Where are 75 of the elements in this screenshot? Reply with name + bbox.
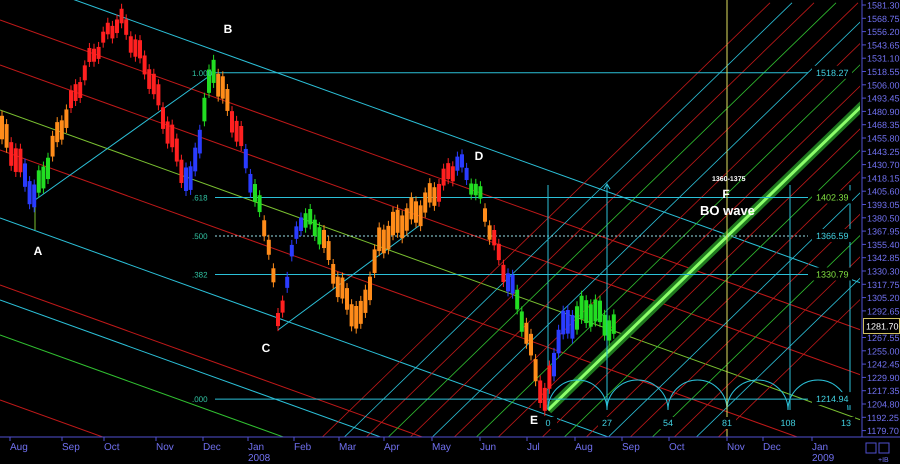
price-label: 1581.30: [867, 0, 900, 10]
month-label: Jan: [248, 442, 264, 453]
point-label: E: [530, 413, 538, 427]
fib-ratio-label: .000: [192, 395, 208, 404]
price-label: 1355.40: [867, 240, 900, 250]
price-label: 1518.55: [867, 67, 900, 77]
month-label: Aug: [575, 442, 593, 453]
price-label: 1179.70: [867, 426, 899, 436]
fib-ratio-label: .382: [192, 270, 208, 280]
price-label: 1380.50: [867, 213, 900, 224]
price-label: 1393.05: [867, 200, 900, 210]
month-label: Feb: [294, 442, 312, 453]
price-label: 1367.95: [867, 226, 900, 237]
month-label: Apr: [384, 442, 400, 453]
point-label: B: [224, 22, 232, 36]
price-label: 1506.00: [867, 80, 900, 90]
price-label: 1342.85: [867, 253, 900, 264]
cycle-label: 13: [841, 418, 851, 428]
price-label: 1405.60: [867, 186, 900, 197]
fib-ratio-label: .500: [192, 232, 208, 241]
fib-price-label: 1518.27: [816, 68, 849, 78]
price-label: 1443.25: [867, 146, 900, 157]
month-label: Oct: [104, 442, 120, 453]
fib-price-label: 1366.59: [816, 230, 849, 241]
month-label: Oct: [669, 442, 685, 453]
fib-price-label: 1214.94: [816, 394, 849, 404]
square-icon[interactable]: [878, 442, 890, 454]
square-icon[interactable]: [866, 442, 876, 454]
month-label: Aug: [10, 442, 28, 453]
point-label: A: [34, 244, 42, 258]
fib-ratio-label: .618: [192, 193, 208, 202]
price-label: 1255.00: [867, 346, 900, 356]
cycle-label: 27: [602, 418, 612, 428]
price-label: 1493.45: [867, 94, 900, 104]
price-label: 1418.15: [867, 173, 900, 184]
point-label: C: [262, 341, 270, 355]
month-label: Jan: [812, 442, 828, 453]
price-label: 1305.20: [867, 293, 900, 304]
month-label: Sep: [622, 442, 640, 453]
price-label: 1204.80: [867, 400, 900, 410]
price-label: 1292.65: [867, 306, 900, 316]
price-label: 1330.30: [867, 266, 900, 276]
price-label: 1242.45: [867, 360, 900, 370]
cycle-label: 0: [546, 418, 550, 428]
year-label: 2008: [248, 453, 270, 464]
price-label: 1317.75: [867, 280, 900, 290]
month-label: Nov: [156, 442, 174, 453]
current-price-tag: 1281.70: [863, 318, 900, 334]
price-label: 1430.70: [867, 160, 900, 170]
month-label: Dec: [203, 442, 221, 453]
month-label: Sep: [62, 442, 80, 453]
month-label: Mar: [339, 442, 356, 453]
price-label: 1543.65: [867, 40, 900, 50]
month-label: Dec: [763, 442, 781, 453]
point-label: D: [474, 149, 484, 163]
price-label: 1556.20: [867, 27, 900, 38]
fib-price-label: 1402.39: [816, 192, 849, 202]
price-label: 1568.75: [867, 14, 900, 24]
price-label: 1267.55: [867, 333, 900, 343]
price-label: 1531.10: [867, 54, 900, 64]
price-label: 1455.80: [867, 134, 900, 144]
cycle-label: 108: [780, 418, 796, 428]
price-label: 1468.35: [867, 120, 900, 130]
price-label: 1192.25: [867, 412, 899, 423]
month-label: Jul: [527, 442, 540, 453]
price-label: 1229.90: [867, 372, 900, 383]
cycle-label: 81: [722, 418, 732, 428]
month-label: Nov: [727, 442, 745, 453]
cycle-label: 54: [663, 418, 673, 428]
year-label: 2009: [812, 453, 834, 464]
price-label: 1217.35: [867, 386, 900, 396]
fib-price-label: 1330.79: [816, 269, 849, 280]
month-label: May: [432, 442, 451, 453]
price-label: 1480.90: [867, 106, 900, 117]
month-label: Jun: [480, 442, 496, 453]
